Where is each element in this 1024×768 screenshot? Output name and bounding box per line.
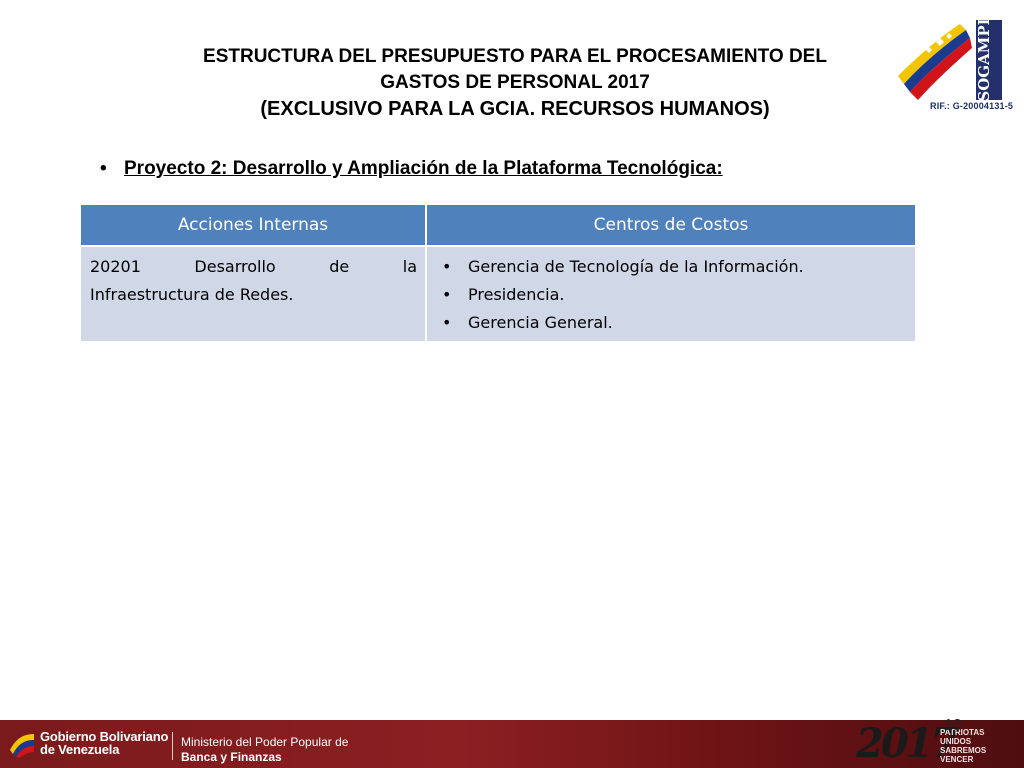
action-word: la [402, 257, 417, 276]
footer-divider [172, 732, 173, 760]
action-first-line: 20201 Desarrollo de la [90, 253, 417, 281]
action-cell: 20201 Desarrollo de la Infraestructura d… [79, 245, 427, 343]
action-word: 20201 [90, 257, 141, 276]
cost-centers-table: Acciones Internas Centros de Costos 2020… [79, 203, 917, 343]
centers-list: Gerencia de Tecnología de la Información… [436, 253, 907, 337]
list-item: Presidencia. [442, 281, 907, 309]
title-line-2: GASTOS DE PERSONAL 2017 [380, 72, 650, 93]
page-number: 10 [944, 717, 962, 734]
ministry-line-1: Ministerio del Poder Popular de [181, 735, 349, 749]
year-emblem: 2017 Patriotas Unidos Sabremos Vencer [856, 720, 1016, 767]
logo-rif: RIF.: G-20004131-5 [930, 101, 1014, 111]
table-header-row: Acciones Internas Centros de Costos [79, 203, 917, 247]
header-centros-de-costos: Centros de Costos [425, 203, 917, 247]
action-word: de [329, 257, 350, 276]
motto-line-2: Sabremos Vencer [940, 746, 987, 764]
logo-wordmark: SOGAMPI [975, 18, 993, 101]
sogampi-logo: SOGAMPI RIF.: G-20004131-5 [896, 18, 1013, 118]
title-line-1: ESTRUCTURA DEL PRESUPUESTO PARA EL PROCE… [203, 46, 827, 67]
action-rest: Infraestructura de Redes. [90, 285, 294, 304]
government-label: Gobierno Bolivariano de Venezuela [40, 730, 168, 756]
bullet-symbol: • [100, 158, 107, 179]
title-line-3: (EXCLUSIVO PARA LA GCIA. RECURSOS HUMANO… [260, 98, 770, 120]
list-item: Gerencia de Tecnología de la Información… [442, 253, 907, 281]
slide-title: ESTRUCTURA DEL PRESUPUESTO PARA EL PROCE… [120, 44, 910, 122]
centers-cell: Gerencia de Tecnología de la Información… [425, 245, 917, 343]
ministry-label: Ministerio del Poder Popular de Banca y … [181, 735, 348, 765]
action-word: Desarrollo [194, 257, 276, 276]
ministry-line-2: Banca y Finanzas [181, 750, 282, 764]
venezuela-flag-icon [10, 734, 34, 758]
header-acciones-internas: Acciones Internas [79, 203, 427, 247]
sogampi-emblem-icon: SOGAMPI [898, 18, 1002, 102]
government-line-2: de Venezuela [40, 742, 120, 757]
table-row: 20201 Desarrollo de la Infraestructura d… [79, 245, 917, 343]
project-bullet: • Proyecto 2: Desarrollo y Ampliación de … [100, 158, 723, 180]
footer-bar: Gobierno Bolivariano de Venezuela Minist… [0, 720, 1024, 768]
project-heading: Proyecto 2: Desarrollo y Ampliación de l… [124, 158, 723, 179]
list-item: Gerencia General. [442, 309, 907, 337]
